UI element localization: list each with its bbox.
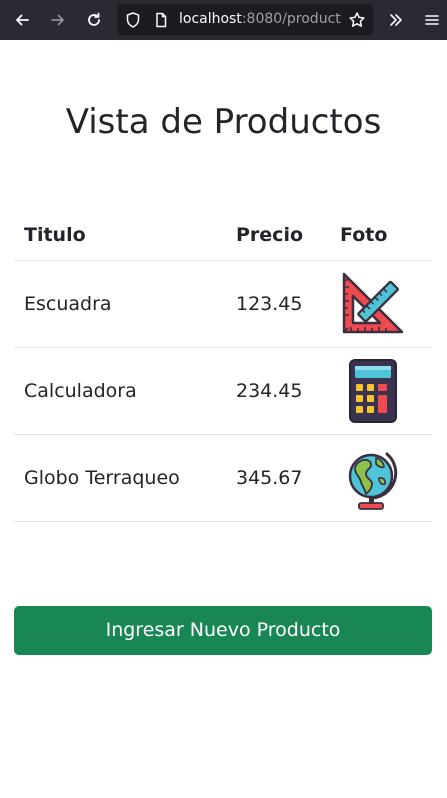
reload-icon[interactable]: [82, 8, 106, 32]
product-price: 234.45: [236, 380, 303, 402]
star-icon[interactable]: [345, 8, 369, 32]
forward-icon[interactable]: [46, 8, 70, 32]
table-row: Calculadora 234.45: [14, 348, 432, 435]
products-table: Titulo Precio Foto Escuadra 123.45 Calcu…: [14, 210, 432, 522]
table-header: Titulo Precio Foto: [14, 210, 432, 261]
url-host: localhost: [179, 11, 242, 27]
url-path: :8080/product: [241, 11, 341, 27]
product-title: Escuadra: [24, 293, 112, 315]
browser-toolbar: localhost:8080/product: [0, 0, 447, 40]
globe-icon: [341, 446, 405, 510]
page-icon: [149, 8, 173, 32]
url-text[interactable]: localhost:8080/product: [179, 4, 349, 35]
page-title: Vista de Productos: [65, 102, 382, 142]
header-titulo: Titulo: [24, 224, 86, 246]
product-price: 123.45: [236, 293, 303, 315]
new-product-button[interactable]: Ingresar Nuevo Producto: [14, 606, 432, 655]
menu-icon[interactable]: [420, 8, 444, 32]
product-price: 345.67: [236, 467, 303, 489]
back-icon[interactable]: [10, 8, 34, 32]
url-bar[interactable]: localhost:8080/product: [117, 4, 373, 35]
product-title: Calculadora: [24, 380, 137, 402]
calculator-icon: [341, 359, 405, 423]
product-title: Globo Terraqueo: [24, 467, 180, 489]
table-row: Globo Terraqueo 345.67: [14, 435, 432, 522]
table-row: Escuadra 123.45: [14, 261, 432, 348]
header-precio: Precio: [236, 224, 304, 246]
overflow-icon[interactable]: [384, 8, 408, 32]
shield-icon[interactable]: [121, 8, 145, 32]
set-square-icon: [341, 272, 405, 336]
header-foto: Foto: [340, 224, 388, 246]
